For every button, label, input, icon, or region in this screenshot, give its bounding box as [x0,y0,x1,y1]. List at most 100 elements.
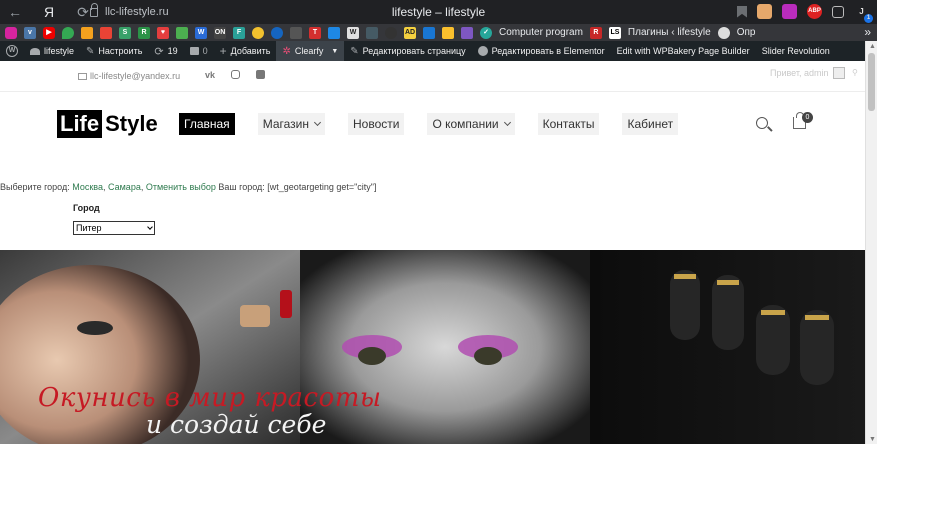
scroll-down-icon[interactable]: ▼ [869,436,876,443]
bookmark-icon-24[interactable] [442,26,454,39]
bookmark-icon-11[interactable]: W [195,26,207,39]
bookmark-computer-program[interactable]: Computer program [499,27,583,38]
bookmark-icon-10[interactable] [176,26,188,39]
instagram-icon[interactable] [231,70,241,79]
bookmarks-bar: v ▶ S R ♥ W ON F T W AD ✓ Computer progr… [0,24,877,41]
add-new-menu[interactable]: + Добавить [214,41,277,61]
address-bar[interactable]: llc-lifestyle.ru [90,2,169,21]
logo-life: Life [57,110,103,138]
wpbakery-link[interactable]: Edit with WPBakery Page Builder [611,41,756,61]
extension-face-icon[interactable] [757,4,772,19]
clearfy-menu[interactable]: ✲ Clearfy ▼ [276,41,345,61]
bookmark-icon-r[interactable]: R [589,26,602,39]
hero-banner[interactable]: Окунись в мир красоты и создай себе [0,250,865,444]
scroll-up-icon[interactable]: ▲ [869,43,876,50]
extension-badge-icon[interactable]: J1 [854,4,873,23]
admin-search-icon[interactable]: ⚲ [852,68,858,77]
greeting-text: Привет, admin [770,68,829,78]
updates-link[interactable]: ⟳ 19 [148,41,183,61]
vk-bookmark-icon[interactable]: v [24,26,36,39]
vk-icon[interactable]: vk [205,70,215,80]
extensions-puzzle-icon[interactable] [832,5,844,18]
edit-page-link[interactable]: ✎ Редактировать страницу [344,41,471,61]
screenshot-root: ← Я ⟳ llc-lifestyle.ru lifestyle – lifes… [0,0,935,530]
geo-prefix: Выберите город: [0,182,70,192]
bookmark-icon-16[interactable] [290,26,302,39]
chevron-down-icon [313,118,322,127]
bookmark-icon-22[interactable]: AD [404,26,416,39]
user-greeting[interactable]: Привет, admin [770,67,845,79]
city-samara-link[interactable]: Самара [108,182,141,192]
wpbakery-label: Edit with WPBakery Page Builder [616,46,750,56]
bookmark-icon-14[interactable] [252,26,264,39]
nav-shop[interactable]: Магазин [257,113,325,135]
nav-contacts[interactable]: Контакты [537,113,600,135]
nav-contacts-label: Контакты [542,117,595,131]
bookmark-icon-23[interactable] [423,26,435,39]
yandex-icon[interactable]: Я [38,4,60,20]
maps-bookmark-icon[interactable] [62,26,74,39]
bookmark-icon-15[interactable] [271,26,283,39]
nav-account-label: Кабинет [627,117,674,131]
bookmark-icon-5[interactable] [81,26,93,39]
banner-nail-3 [756,305,790,375]
banner-nail-2 [712,275,744,350]
slider-revolution-link[interactable]: Slider Revolution [756,41,836,61]
banner-image [0,250,865,444]
chevron-down-icon [503,118,511,127]
bookmark-icon-6[interactable] [100,26,112,39]
back-icon[interactable]: ← [4,4,26,20]
bookmark-icon-17[interactable]: T [309,26,321,39]
search-icon[interactable] [756,117,768,129]
nav-account[interactable]: Кабинет [622,113,679,135]
bookmark-plugins[interactable]: Плагины ‹ lifestyle [628,27,711,38]
city-field-label: Город [73,203,100,213]
page-bottom-blank [0,444,935,530]
comments-link[interactable]: 0 [184,41,214,61]
bookmark-icon-21[interactable] [385,26,397,39]
nav-home[interactable]: Главная [179,113,235,135]
edit-elementor-link[interactable]: Редактировать в Elementor [472,41,611,61]
youtube-icon[interactable] [256,70,266,79]
bookmark-icon-9[interactable]: ♥ [157,26,169,39]
bookmark-icon-20[interactable] [366,26,378,39]
banner-slogan-line2: и создай себе [146,410,327,439]
city-moscow-link[interactable]: Москва [72,182,103,192]
bookmark-icon-8[interactable]: R [138,26,150,39]
nav-news[interactable]: Новости [347,113,405,135]
bookmark-icon-last[interactable] [717,26,730,39]
bookmark-star-icon[interactable] [737,5,747,18]
nav-news-label: Новости [352,117,400,131]
bookmarks-overflow-icon[interactable]: » [864,24,871,41]
nav-about[interactable]: О компании [427,113,515,135]
chevron-down-icon [147,224,153,230]
city-select[interactable]: Питер [73,221,155,235]
adblock-icon[interactable]: ABP [807,4,822,19]
bookmark-icon-18[interactable] [328,26,340,39]
wp-logo-menu[interactable]: W [0,41,24,61]
youtube-bookmark-icon[interactable]: ▶ [43,26,55,39]
your-city-text: Ваш город: [wt_geotargeting get="city"] [218,182,377,192]
edit-page-label: Редактировать страницу [362,46,466,56]
scrollbar-thumb[interactable] [868,53,875,111]
instagram-bookmark-icon[interactable] [5,26,17,39]
bookmark-options[interactable]: Опр [737,27,756,38]
vertical-scrollbar[interactable]: ▲ ▼ [865,41,877,444]
email-contact[interactable]: llc-lifestyle@yandex.ru [78,71,180,81]
customize-link[interactable]: ✎ Настроить [80,41,148,61]
address-url: llc-lifestyle.ru [105,6,169,18]
notification-count: 1 [864,14,873,23]
bookmark-icon-12[interactable]: ON [214,26,226,39]
bookmark-icon-13[interactable]: F [233,26,245,39]
bookmark-icon-7[interactable]: S [119,26,131,39]
envelope-icon [78,72,87,80]
bookmark-icon-ls[interactable]: LS [608,26,621,39]
bookmark-icon-26[interactable]: ✓ [480,26,492,39]
cancel-city-link[interactable]: Отменить выбор [146,182,216,192]
brush-icon: ✎ [86,45,95,57]
bookmark-icon-25[interactable] [461,26,473,39]
site-name-menu[interactable]: lifestyle [24,41,80,61]
extension-purple-icon[interactable] [782,4,797,19]
site-logo[interactable]: Life Style [57,110,158,138]
bookmark-icon-19[interactable]: W [347,26,359,39]
